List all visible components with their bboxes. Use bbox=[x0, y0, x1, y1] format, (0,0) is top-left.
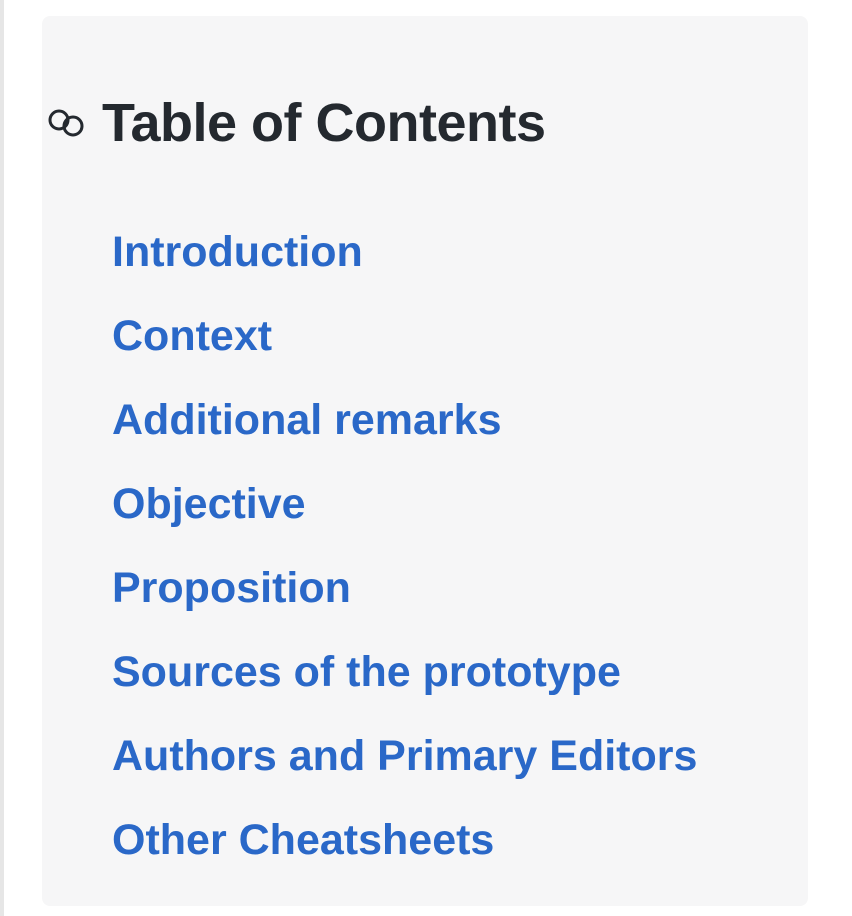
toc-item-sources-of-the-prototype: Sources of the prototype bbox=[112, 630, 697, 714]
content-left-border bbox=[0, 0, 4, 916]
link-icon[interactable] bbox=[46, 108, 92, 138]
toc-item-introduction: Introduction bbox=[112, 210, 697, 294]
toc-link-introduction[interactable]: Introduction bbox=[112, 228, 363, 277]
toc-item-additional-remarks: Additional remarks bbox=[112, 378, 697, 462]
table-of-contents-panel: Table of Contents Introduction Context A… bbox=[42, 16, 808, 906]
toc-link-additional-remarks[interactable]: Additional remarks bbox=[112, 396, 502, 445]
toc-item-authors-and-primary-editors: Authors and Primary Editors bbox=[112, 714, 697, 798]
page: Table of Contents Introduction Context A… bbox=[0, 0, 852, 916]
toc-link-sources-of-the-prototype[interactable]: Sources of the prototype bbox=[112, 648, 621, 697]
toc-list: Introduction Context Additional remarks … bbox=[112, 210, 697, 882]
toc-link-proposition[interactable]: Proposition bbox=[112, 564, 351, 613]
toc-item-proposition: Proposition bbox=[112, 546, 697, 630]
toc-link-other-cheatsheets[interactable]: Other Cheatsheets bbox=[112, 816, 494, 865]
toc-link-authors-and-primary-editors[interactable]: Authors and Primary Editors bbox=[112, 732, 697, 781]
toc-item-other-cheatsheets: Other Cheatsheets bbox=[112, 798, 697, 882]
toc-heading: Table of Contents bbox=[46, 96, 546, 150]
toc-item-objective: Objective bbox=[112, 462, 697, 546]
toc-link-context[interactable]: Context bbox=[112, 312, 272, 361]
toc-item-context: Context bbox=[112, 294, 697, 378]
toc-heading-text: Table of Contents bbox=[102, 93, 546, 153]
toc-link-objective[interactable]: Objective bbox=[112, 480, 306, 529]
